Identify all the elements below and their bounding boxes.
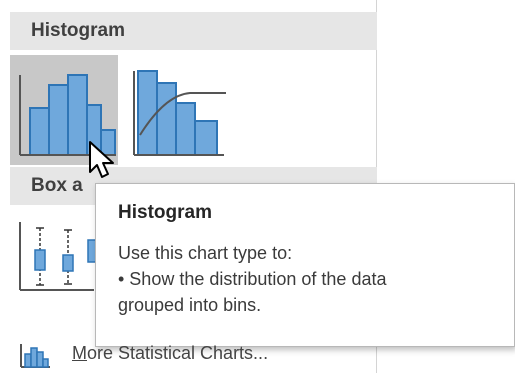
mouse-pointer-icon xyxy=(89,141,114,178)
tooltip-line-1: Use this chart type to: xyxy=(118,243,293,263)
tooltip-line-3: grouped into bins. xyxy=(118,295,262,315)
more-statistical-charts-link[interactable]: More Statistical Charts... xyxy=(10,338,377,373)
box-and-whisker-chart-icon xyxy=(19,222,95,291)
histogram-section-header: Histogram xyxy=(10,12,377,50)
tooltip-line-2: • Show the distribution of the data xyxy=(118,269,387,289)
more-statistical-charts-label: More Statistical Charts... xyxy=(72,343,268,364)
more-label-rest: ore Statistical Charts... xyxy=(87,343,269,363)
statistical-chart-icon xyxy=(20,344,50,368)
accelerator-key: M xyxy=(72,343,87,363)
pareto-chart-icon xyxy=(133,70,226,156)
tooltip-title: Histogram xyxy=(118,202,212,223)
pareto-chart-button[interactable] xyxy=(120,55,228,165)
box-whisker-chart-button[interactable] xyxy=(10,210,95,300)
histogram-tooltip: Histogram Use this chart type to: • Show… xyxy=(95,183,515,347)
